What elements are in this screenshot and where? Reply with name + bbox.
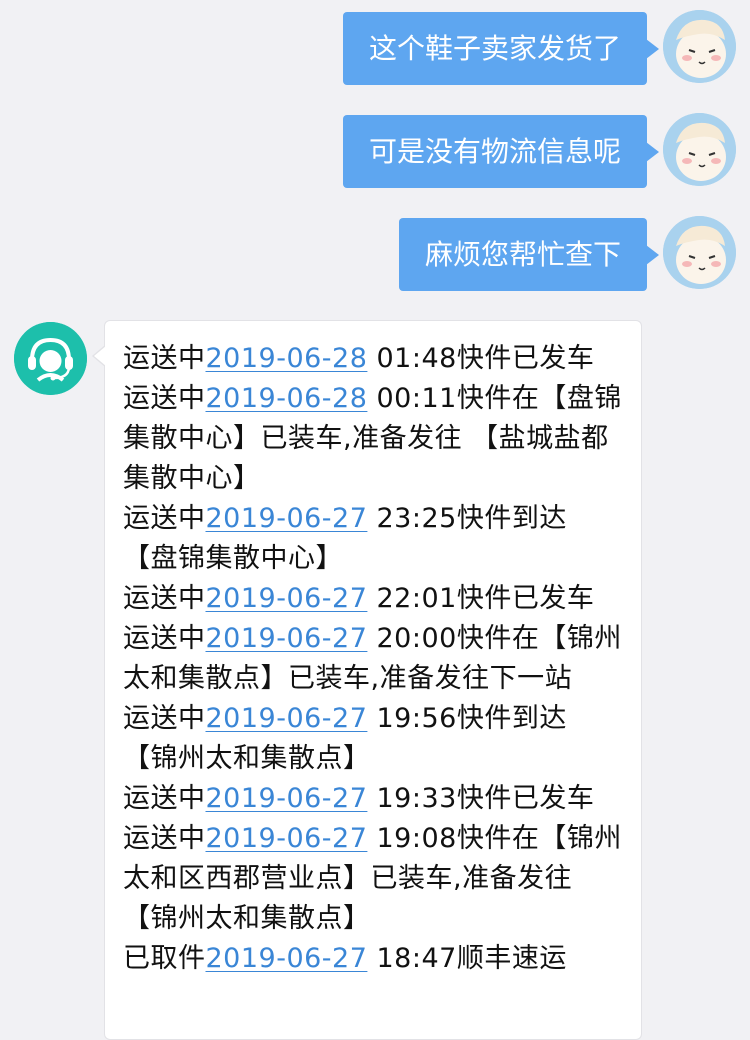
tracking-entry: 运送中2019-06-28 01:48快件已发车 bbox=[123, 339, 623, 379]
tracking-status: 已取件 bbox=[123, 943, 206, 974]
tracking-entry: 运送中2019-06-28 00:11快件在【盘锦集散中心】已装车,准备发往 【… bbox=[123, 379, 623, 499]
tracking-detail: 19:33快件已发车 bbox=[367, 783, 595, 814]
tracking-detail: 22:01快件已发车 bbox=[367, 583, 595, 614]
tracking-entry: 运送中2019-06-27 19:08快件在【锦州太和区西郡营业点】已装车,准备… bbox=[123, 819, 623, 939]
user-message: 这个鞋子卖家发货了 bbox=[0, 0, 750, 90]
tracking-date-link[interactable]: 2019-06-27 bbox=[206, 503, 368, 534]
tracking-date-link[interactable]: 2019-06-27 bbox=[206, 783, 368, 814]
tracking-status: 运送中 bbox=[123, 703, 206, 734]
tracking-entry: 运送中2019-06-27 19:56快件到达 【锦州太和集散点】 bbox=[123, 699, 623, 779]
tracking-date-link[interactable]: 2019-06-27 bbox=[206, 823, 368, 854]
user-message: 可是没有物流信息呢 bbox=[0, 103, 750, 193]
tracking-entry: 运送中2019-06-27 22:01快件已发车 bbox=[123, 579, 623, 619]
headset-agent-icon bbox=[14, 322, 87, 395]
tracking-date-link[interactable]: 2019-06-27 bbox=[206, 943, 368, 974]
agent-message: 运送中2019-06-28 01:48快件已发车 运送中2019-06-28 0… bbox=[0, 320, 750, 1040]
user-avatar[interactable] bbox=[663, 216, 736, 289]
tracking-status: 运送中 bbox=[123, 623, 206, 654]
tracking-status: 运送中 bbox=[123, 343, 206, 374]
tracking-status: 运送中 bbox=[123, 783, 206, 814]
cartoon-face-icon bbox=[663, 216, 736, 289]
tracking-date-link[interactable]: 2019-06-28 bbox=[206, 343, 368, 374]
tracking-status: 运送中 bbox=[123, 823, 206, 854]
agent-avatar[interactable] bbox=[14, 322, 87, 395]
agent-message-bubble: 运送中2019-06-28 01:48快件已发车 运送中2019-06-28 0… bbox=[92, 320, 642, 1040]
user-message: 麻烦您帮忙查下 bbox=[0, 206, 750, 296]
tracking-date-link[interactable]: 2019-06-27 bbox=[206, 623, 368, 654]
tracking-status: 运送中 bbox=[123, 383, 206, 414]
tracking-date-link[interactable]: 2019-06-28 bbox=[206, 383, 368, 414]
tracking-entry: 已取件2019-06-27 18:47顺丰速运 bbox=[123, 939, 623, 979]
tracking-detail: 18:47顺丰速运 bbox=[367, 943, 567, 974]
tracking-date-link[interactable]: 2019-06-27 bbox=[206, 703, 368, 734]
cartoon-face-icon bbox=[663, 10, 736, 83]
tracking-entry: 运送中2019-06-27 19:33快件已发车 bbox=[123, 779, 623, 819]
tracking-status: 运送中 bbox=[123, 503, 206, 534]
tracking-detail: 01:48快件已发车 bbox=[367, 343, 595, 374]
tracking-entry: 运送中2019-06-27 20:00快件在【锦州太和集散点】已装车,准备发往下… bbox=[123, 619, 623, 699]
user-message-bubble[interactable]: 麻烦您帮忙查下 bbox=[398, 218, 660, 291]
user-avatar[interactable] bbox=[663, 10, 736, 83]
user-message-bubble[interactable]: 这个鞋子卖家发货了 bbox=[342, 12, 660, 85]
tracking-entry: 运送中2019-06-27 23:25快件到达 【盘锦集散中心】 bbox=[123, 499, 623, 579]
chat-window: 这个鞋子卖家发货了 可是没有物流信息呢 麻烦您帮忙查下 运送中2019-06-2… bbox=[0, 0, 750, 1040]
user-avatar[interactable] bbox=[663, 113, 736, 186]
user-message-bubble[interactable]: 可是没有物流信息呢 bbox=[342, 115, 660, 188]
tracking-date-link[interactable]: 2019-06-27 bbox=[206, 583, 368, 614]
cartoon-face-icon bbox=[663, 113, 736, 186]
tracking-status: 运送中 bbox=[123, 583, 206, 614]
